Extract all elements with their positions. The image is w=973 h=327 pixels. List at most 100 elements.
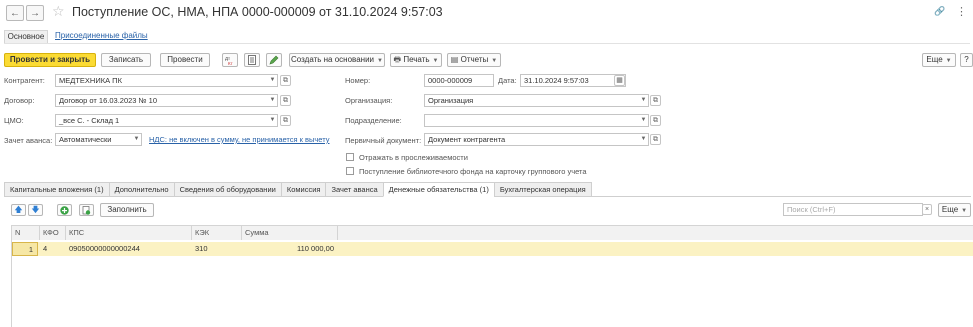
arrow-left-icon: ← [10,7,20,19]
tab-strip: Капитальные вложения (1) Дополнительно С… [4,182,592,197]
svg-text:Кт: Кт [228,61,233,65]
organization-label: Организация: [345,96,393,105]
chevron-down-icon[interactable]: ▼ [639,114,648,127]
cell-kps: 09050000000000244 [69,244,140,253]
open-icon[interactable]: ⧉ [280,95,291,106]
copy-icon [82,206,91,215]
open-icon[interactable]: ⧉ [650,115,661,126]
dt-kt-button[interactable]: Дт Кт [222,53,238,67]
save-button[interactable]: Записать [101,53,151,67]
post-and-close-button[interactable]: Провести и закрыть [4,53,96,67]
column-header-kps[interactable]: КПС [66,226,192,240]
open-icon[interactable]: ⧉ [280,115,291,126]
page-title: Поступление ОС, НМА, НПА 0000-000009 от … [72,5,443,19]
date-label: Дата: [498,76,517,85]
move-down-button[interactable]: 🡇 [28,204,43,216]
plus-icon [60,206,69,215]
tab-equipment[interactable]: Сведения об оборудовании [173,182,282,197]
add-row-button[interactable] [57,204,72,216]
printer-icon: 🖶 [393,55,402,64]
contract-field[interactable]: Договор от 16.03.2023 № 10 [55,94,278,107]
library-checkbox[interactable] [346,167,354,175]
move-up-button[interactable]: 🡅 [11,204,26,216]
chevron-down-icon[interactable]: ▼ [268,94,277,107]
organization-field[interactable]: Организация [424,94,649,107]
advance-label: Зачет аванса: [4,136,53,145]
reports-button[interactable]: ▤ Отчеты ▼ [447,53,501,67]
link-icon[interactable]: 🔗 [934,6,945,17]
table-more-button[interactable]: Еще ▼ [938,203,971,217]
cell-n: 1 [12,242,38,256]
cell-kfo: 4 [43,244,48,253]
back-button[interactable]: ← [6,5,24,21]
fill-button[interactable]: Заполнить [100,203,154,217]
chevron-down-icon[interactable]: ▼ [268,114,277,127]
open-icon[interactable]: ⧉ [280,75,291,86]
open-icon[interactable]: ⧉ [650,95,661,106]
trace-label: Отражать в прослеживаемости [359,153,468,162]
calendar-icon[interactable]: ▦ [614,75,625,86]
tab-advance-offset[interactable]: Зачет аванса [325,182,384,197]
primary-doc-field[interactable]: Документ контрагента [424,133,649,146]
chevron-down-icon: ▼ [377,58,383,64]
cmo-field[interactable]: _все С. - Склад 1 [55,114,278,127]
open-icon[interactable]: ⧉ [650,134,661,145]
report-icon: ▤ [450,55,459,64]
department-field[interactable] [424,114,649,127]
chevron-down-icon: ▼ [961,208,968,214]
more-button[interactable]: Еще ▼ [922,53,956,67]
tab-commission[interactable]: Комиссия [280,182,327,197]
chevron-down-icon: ▼ [432,58,439,64]
divider [4,43,970,44]
cell-sum: 110 000,00 [297,244,334,253]
trace-checkbox[interactable] [346,153,354,161]
column-header-n[interactable]: N [12,226,40,240]
star-icon[interactable]: ☆ [52,3,65,20]
arrow-right-icon: → [30,7,40,19]
tab-accounting-operation[interactable]: Бухгалтерская операция [493,182,592,197]
post-button[interactable]: Провести [160,53,210,67]
tab-attached-files[interactable]: Присоединенные файлы [55,31,148,40]
chevron-down-icon[interactable]: ▼ [639,133,648,146]
cell-kek: 310 [195,244,208,253]
document-list-icon [248,55,256,65]
help-button[interactable]: ? [960,53,973,67]
create-based-on-button[interactable]: Создать на основании ▼ [289,53,385,67]
chevron-down-icon[interactable]: ▼ [132,133,141,146]
table-row[interactable]: 1 4 09050000000000244 310 110 000,00 [12,242,973,256]
chevron-down-icon[interactable]: ▼ [639,94,648,107]
chevron-down-icon: ▼ [945,58,952,64]
department-label: Подразделение: [345,116,402,125]
counterparty-label: Контрагент: [4,76,45,85]
column-header-kek[interactable]: КЭК [192,226,242,240]
advance-select[interactable]: Автоматически [55,133,142,146]
more-icon[interactable]: ⋮ [956,5,967,18]
counterparty-field[interactable]: МЕДТЕХНИКА ПК [55,74,278,87]
clear-icon[interactable]: × [922,204,932,215]
chevron-down-icon[interactable]: ▼ [268,74,277,87]
cmo-label: ЦМО: [4,116,24,125]
number-label: Номер: [345,76,371,85]
edit-button[interactable] [266,53,282,67]
copy-row-button[interactable] [79,204,94,216]
contract-label: Договор: [4,96,35,105]
structure-button[interactable] [244,53,260,67]
obligations-table: N КФО КПС КЭК Сумма 1 4 0905000000000024… [11,225,973,327]
tab-main[interactable]: Основное [4,30,48,43]
search-input[interactable]: Поиск (Ctrl+F) [783,203,923,216]
library-label: Поступление библиотечного фонда на карто… [359,167,587,176]
chevron-down-icon: ▼ [491,58,498,64]
print-button[interactable]: 🖶 Печать ▼ [390,53,442,67]
vat-link[interactable]: НДС: не включен в сумму, не принимается … [149,135,330,144]
tab-additional[interactable]: Дополнительно [108,182,175,197]
column-header-filler [338,226,973,240]
forward-button[interactable]: → [26,5,44,21]
primary-doc-label: Первичный документ: [345,136,422,145]
column-header-sum[interactable]: Сумма [242,226,338,240]
date-field[interactable]: 31.10.2024 9:57:03 [520,74,626,87]
tab-monetary-obligations[interactable]: Денежные обязательства (1) [382,182,495,197]
arrow-down-icon: 🡇 [31,205,40,214]
number-field[interactable]: 0000-000009 [424,74,494,87]
column-header-kfo[interactable]: КФО [40,226,66,240]
tab-capital-investments[interactable]: Капитальные вложения (1) [4,182,110,197]
